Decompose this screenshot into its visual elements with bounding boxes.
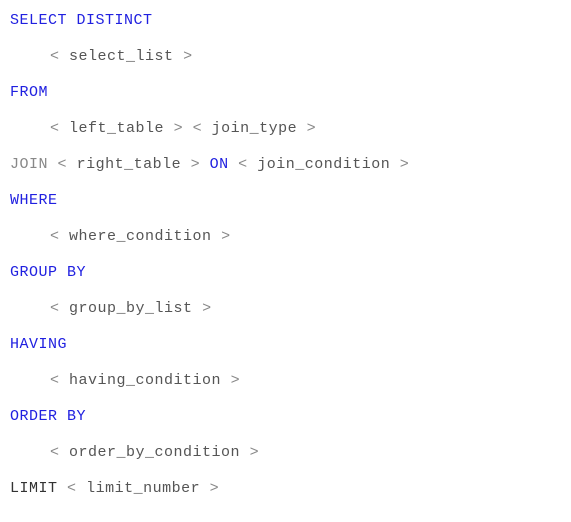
placeholder-join-condition: join_condition bbox=[257, 156, 390, 173]
line-order-by: ORDER BY bbox=[10, 408, 561, 426]
placeholder-having-condition: having_condition bbox=[69, 372, 221, 389]
placeholder-where-condition: where_condition bbox=[69, 228, 212, 245]
keyword-having: HAVING bbox=[10, 336, 67, 353]
placeholder-left-table: left_table bbox=[69, 120, 164, 137]
line-left-table: < left_table > < join_type > bbox=[10, 120, 561, 138]
angle-open: < bbox=[50, 48, 60, 65]
angle-open: < bbox=[50, 120, 60, 137]
angle-open: < bbox=[58, 156, 68, 173]
line-where: WHERE bbox=[10, 192, 561, 210]
angle-open: < bbox=[67, 480, 77, 497]
keyword-group-by: GROUP BY bbox=[10, 264, 86, 281]
angle-open: < bbox=[50, 228, 60, 245]
angle-close: > bbox=[231, 372, 241, 389]
angle-open: < bbox=[50, 300, 60, 317]
line-select: SELECT DISTINCT bbox=[10, 12, 561, 30]
keyword-order-by: ORDER BY bbox=[10, 408, 86, 425]
line-join: JOIN < right_table > ON < join_condition… bbox=[10, 156, 561, 174]
angle-close: > bbox=[400, 156, 410, 173]
angle-close: > bbox=[183, 48, 193, 65]
line-from: FROM bbox=[10, 84, 561, 102]
keyword-limit: LIMIT bbox=[10, 480, 58, 497]
line-select-list: < select_list > bbox=[10, 48, 561, 66]
angle-close: > bbox=[221, 228, 231, 245]
angle-close: > bbox=[191, 156, 201, 173]
angle-close: > bbox=[250, 444, 260, 461]
line-having-condition: < having_condition > bbox=[10, 372, 561, 390]
keyword-distinct: DISTINCT bbox=[77, 12, 153, 29]
angle-close: > bbox=[307, 120, 317, 137]
sql-template-code: SELECT DISTINCT < select_list > FROM < l… bbox=[10, 12, 561, 498]
angle-close: > bbox=[174, 120, 184, 137]
angle-open: < bbox=[238, 156, 248, 173]
keyword-from: FROM bbox=[10, 84, 48, 101]
line-where-condition: < where_condition > bbox=[10, 228, 561, 246]
placeholder-join-type: join_type bbox=[212, 120, 298, 137]
keyword-where: WHERE bbox=[10, 192, 58, 209]
angle-open: < bbox=[50, 444, 60, 461]
placeholder-order-by-condition: order_by_condition bbox=[69, 444, 240, 461]
keyword-on: ON bbox=[210, 156, 229, 173]
placeholder-select-list: select_list bbox=[69, 48, 174, 65]
line-having: HAVING bbox=[10, 336, 561, 354]
placeholder-right-table: right_table bbox=[77, 156, 182, 173]
keyword-join: JOIN bbox=[10, 156, 48, 173]
placeholder-group-by-list: group_by_list bbox=[69, 300, 193, 317]
angle-close: > bbox=[210, 480, 220, 497]
angle-open: < bbox=[50, 372, 60, 389]
angle-close: > bbox=[202, 300, 212, 317]
keyword-select: SELECT bbox=[10, 12, 67, 29]
line-group-by: GROUP BY bbox=[10, 264, 561, 282]
placeholder-limit-number: limit_number bbox=[86, 480, 200, 497]
angle-open: < bbox=[193, 120, 203, 137]
line-group-by-list: < group_by_list > bbox=[10, 300, 561, 318]
line-limit: LIMIT < limit_number > bbox=[10, 480, 561, 498]
line-order-by-condition: < order_by_condition > bbox=[10, 444, 561, 462]
